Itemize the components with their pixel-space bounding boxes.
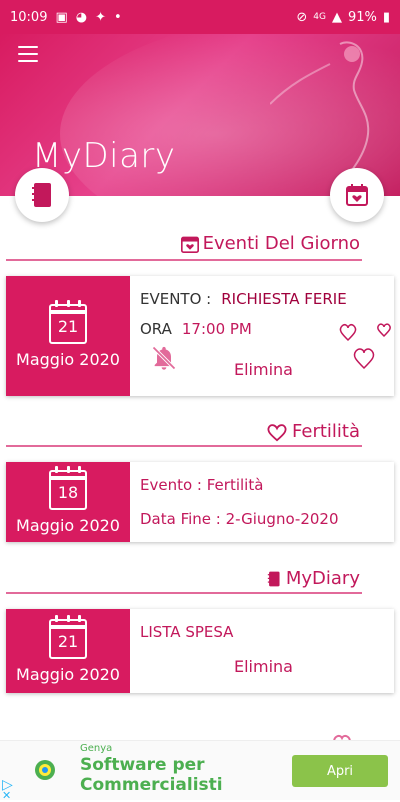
diary-month-year: Maggio 2020 <box>16 664 120 684</box>
event-card[interactable]: 21 Maggio 2020 EVENTO : RICHIESTA FERIE … <box>6 276 394 396</box>
calendar-heart-icon <box>346 184 368 206</box>
fertility-date-box: 18 Maggio 2020 <box>6 462 130 542</box>
event-day: 21 <box>57 316 79 336</box>
fertility-event: Evento : Fertilità <box>140 476 264 494</box>
gallery-notification-icon: ▣ <box>55 9 68 25</box>
diary-details: LISTA SPESA Elimina <box>130 609 394 693</box>
delete-diary-button[interactable]: Elimina <box>234 657 293 676</box>
menu-icon[interactable] <box>18 46 38 62</box>
ad-open-button[interactable]: Apri <box>292 755 388 787</box>
woman-silhouette-illustration <box>270 41 370 184</box>
diary-day: 21 <box>57 631 79 651</box>
mute-icon: ⊘ <box>296 9 308 25</box>
notification-off-icon[interactable] <box>150 344 178 372</box>
ad-headline[interactable]: Software per Commercialisti <box>80 755 260 795</box>
time-label: ORA <box>140 320 172 338</box>
status-bar: 10:09 ▣ ◕ ✦ • ⊘ 4G ▲ 91% ▮ <box>0 0 400 34</box>
calendar-event-button[interactable] <box>330 168 384 222</box>
header-banner: MyDiary <box>0 34 400 196</box>
section-title-diary: MyDiary <box>266 568 360 589</box>
reddit-notification-icon: ◕ <box>75 9 88 25</box>
diary-card[interactable]: 21 Maggio 2020 LISTA SPESA Elimina <box>6 609 394 693</box>
section-divider <box>6 445 362 447</box>
ad-advertiser: Genya <box>80 743 113 754</box>
ad-close-icon[interactable]: ✕ <box>2 789 11 802</box>
hearts-decoration-icon <box>339 323 391 370</box>
heart-outline-icon <box>267 423 287 441</box>
battery-level: 91% <box>347 9 377 25</box>
event-date-box: 21 Maggio 2020 <box>6 276 130 396</box>
event-label: EVENTO : <box>140 290 212 308</box>
section-divider <box>6 592 362 594</box>
section-title-label: Fertilità <box>292 421 360 442</box>
diary-button[interactable] <box>15 168 69 222</box>
advertiser-logo-icon <box>35 760 55 780</box>
event-month-year: Maggio 2020 <box>16 349 120 369</box>
network-type: 4G <box>313 12 326 22</box>
diary-entry-title: LISTA SPESA <box>140 623 234 641</box>
calendar-icon: 21 <box>49 614 87 659</box>
twitter-notification-icon: ✦ <box>95 9 107 25</box>
status-time: 10:09 <box>10 9 48 25</box>
event-details: EVENTO : RICHIESTA FERIE ORA 17:00 PM El… <box>130 276 394 396</box>
fertility-card[interactable]: 18 Maggio 2020 Evento : Fertilità Data F… <box>6 462 394 542</box>
section-title-events: Eventi Del Giorno <box>180 233 360 254</box>
diary-date-box: 21 Maggio 2020 <box>6 609 130 693</box>
fertility-month-year: Maggio 2020 <box>16 515 120 535</box>
more-notifications-icon: • <box>114 9 122 25</box>
section-title-label: MyDiary <box>285 568 360 589</box>
calendar-icon: 21 <box>49 299 87 344</box>
section-title-label: Eventi Del Giorno <box>202 233 360 254</box>
event-time: 17:00 PM <box>181 320 252 338</box>
diary-book-icon <box>267 571 280 586</box>
ad-banner[interactable]: ▷ Genya Software per Commercialisti Apri… <box>0 740 400 802</box>
event-name: RICHIESTA FERIE <box>221 290 347 308</box>
calendar-icon: 18 <box>49 465 87 510</box>
fertility-end-date: Data Fine : 2-Giugno-2020 <box>140 510 339 528</box>
fertility-details: Evento : Fertilità Data Fine : 2-Giugno-… <box>130 462 394 542</box>
delete-event-button[interactable]: Elimina <box>234 360 293 379</box>
battery-icon: ▮ <box>382 9 390 25</box>
fertility-day: 18 <box>57 482 79 502</box>
section-divider <box>6 259 362 261</box>
signal-icon: ▲ <box>331 9 342 25</box>
section-title-fertility: Fertilità <box>266 421 360 442</box>
calendar-heart-icon <box>180 236 199 253</box>
diary-book-icon <box>32 183 51 207</box>
